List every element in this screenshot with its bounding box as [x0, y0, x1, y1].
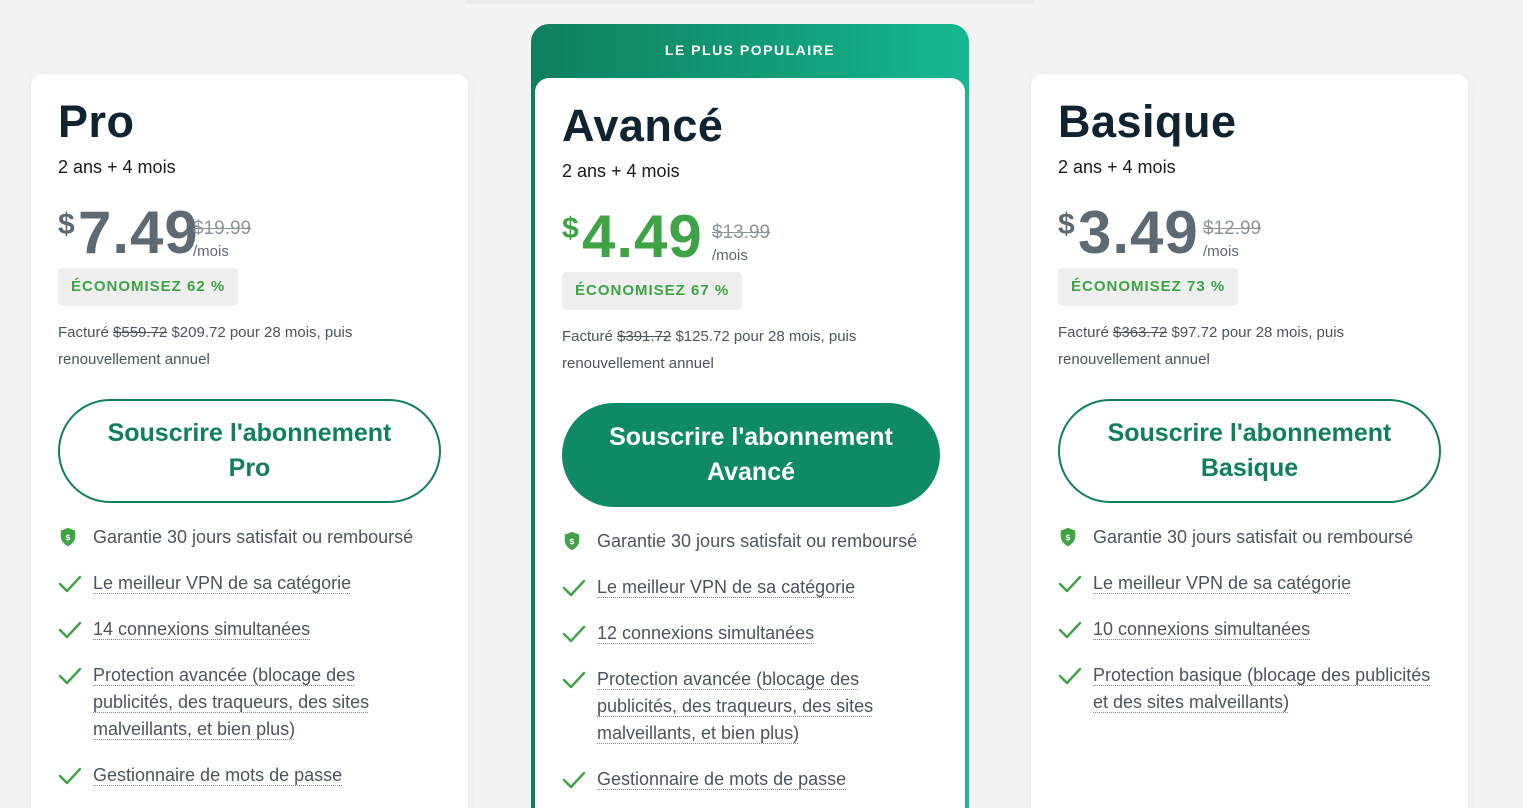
- per-month: /mois: [1203, 243, 1239, 260]
- billed-old-amount: $391.72: [617, 328, 672, 345]
- billed-old-amount: $363.72: [1113, 324, 1168, 341]
- feature-text[interactable]: Protection avancée (blocage des publicit…: [597, 669, 873, 743]
- old-price: $13.99: [712, 222, 771, 243]
- subscribe-pro-button[interactable]: Souscrire l'abonnement Pro: [58, 399, 441, 503]
- feature-item: Le meilleur VPN de sa catégorie: [1058, 570, 1438, 597]
- feature-text[interactable]: Protection basique (blocage des publicit…: [1093, 665, 1430, 712]
- feature-item: Protection avancée (blocage des publicit…: [58, 662, 438, 743]
- check-icon: [58, 620, 82, 640]
- guarantee-text: Garantie 30 jours satisfait ou remboursé: [93, 527, 414, 547]
- feature-list: $ Garantie 30 jours satisfait ou rembours…: [58, 524, 438, 808]
- top-strip: [465, 0, 1035, 4]
- billing-note: Facturé $363.72 $97.72 pour 28 mois, pui…: [1058, 319, 1418, 373]
- per-month: /mois: [193, 243, 229, 260]
- feature-item: Protection avancée (blocage des publicit…: [562, 666, 942, 747]
- feature-list: $ Garantie 30 jours satisfait ou rembours…: [1058, 524, 1438, 735]
- subscribe-basic-button[interactable]: Souscrire l'abonnement Basique: [1058, 399, 1441, 503]
- savings-badge: ÉCONOMISEZ 67 %: [562, 272, 743, 310]
- price-amount: 3.49: [1078, 199, 1199, 266]
- svg-text:$: $: [569, 536, 575, 546]
- plan-name: Avancé: [562, 100, 724, 151]
- feature-text[interactable]: 14 connexions simultanées: [93, 619, 310, 639]
- shield-dollar-icon: $: [562, 531, 584, 551]
- guarantee-item: $ Garantie 30 jours satisfait ou rembours…: [58, 524, 438, 551]
- check-icon: [562, 578, 586, 598]
- check-icon: [562, 770, 586, 790]
- feature-item: 14 connexions simultanées: [58, 616, 438, 643]
- feature-text[interactable]: Le meilleur VPN de sa catégorie: [597, 577, 855, 597]
- feature-text[interactable]: Gestionnaire de mots de passe: [597, 769, 846, 789]
- feature-item: Gestionnaire de mots de passe: [562, 766, 942, 793]
- feature-text[interactable]: Le meilleur VPN de sa catégorie: [1093, 573, 1351, 593]
- guarantee-text: Garantie 30 jours satisfait ou remboursé: [597, 531, 918, 551]
- feature-text[interactable]: Le meilleur VPN de sa catégorie: [93, 573, 351, 593]
- feature-text[interactable]: 10 connexions simultanées: [1093, 619, 1310, 639]
- guarantee-text: Garantie 30 jours satisfait ou remboursé: [1093, 527, 1414, 547]
- check-icon: [58, 666, 82, 686]
- shield-dollar-icon: $: [1058, 527, 1080, 547]
- check-icon: [562, 670, 586, 690]
- billed-old-amount: $559.72: [113, 324, 168, 341]
- feature-item: Le meilleur VPN de sa catégorie: [58, 570, 438, 597]
- price-amount: 4.49: [582, 203, 703, 270]
- guarantee-item: $ Garantie 30 jours satisfait ou rembours…: [562, 528, 942, 555]
- check-icon: [562, 624, 586, 644]
- check-icon: [1058, 620, 1082, 640]
- plan-name: Basique: [1058, 96, 1237, 147]
- feature-text[interactable]: Gestionnaire de mots de passe: [93, 765, 342, 785]
- price-amount: 7.49: [78, 199, 199, 266]
- plan-card-advanced: Avancé 2 ans + 4 mois $ 4.49 $13.99 /moi…: [535, 78, 965, 808]
- svg-text:$: $: [65, 532, 71, 542]
- plan-card-pro: Pro 2 ans + 4 mois $ 7.49 $19.99 /mois É…: [31, 74, 468, 808]
- plan-term: 2 ans + 4 mois: [58, 157, 176, 177]
- feature-list: $ Garantie 30 jours satisfait ou rembours…: [562, 528, 942, 808]
- billed-prefix: Facturé: [58, 324, 109, 341]
- feature-item: Protection basique (blocage des publicit…: [1058, 662, 1438, 716]
- billing-note: Facturé $559.72 $209.72 pour 28 mois, pu…: [58, 319, 418, 373]
- pricing-page: Pro 2 ans + 4 mois $ 7.49 $19.99 /mois É…: [0, 0, 1523, 808]
- guarantee-item: $ Garantie 30 jours satisfait ou rembours…: [1058, 524, 1438, 551]
- shield-dollar-icon: $: [58, 527, 80, 547]
- per-month: /mois: [712, 247, 748, 264]
- plan-term: 2 ans + 4 mois: [1058, 157, 1176, 177]
- feature-item: 12 connexions simultanées: [562, 620, 942, 647]
- plan-card-basic: Basique 2 ans + 4 mois $ 3.49 $12.99 /mo…: [1031, 74, 1468, 808]
- price-currency: $: [1058, 208, 1075, 241]
- feature-item: 10 connexions simultanées: [1058, 616, 1438, 643]
- billed-prefix: Facturé: [562, 328, 613, 345]
- check-icon: [58, 574, 82, 594]
- subscribe-advanced-button[interactable]: Souscrire l'abonnement Avancé: [562, 403, 940, 507]
- billed-prefix: Facturé: [1058, 324, 1109, 341]
- feature-text[interactable]: Protection avancée (blocage des publicit…: [93, 665, 369, 739]
- feature-item: Le meilleur VPN de sa catégorie: [562, 574, 942, 601]
- savings-badge: ÉCONOMISEZ 62 %: [58, 268, 239, 306]
- featured-plan-wrapper: LE PLUS POPULAIRE Avancé 2 ans + 4 mois …: [531, 24, 969, 808]
- most-popular-label: LE PLUS POPULAIRE: [664, 42, 836, 58]
- svg-text:$: $: [1065, 532, 1071, 542]
- old-price: $12.99: [1203, 218, 1262, 239]
- billing-note: Facturé $391.72 $125.72 pour 28 mois, pu…: [562, 323, 922, 377]
- savings-badge: ÉCONOMISEZ 73 %: [1058, 268, 1239, 306]
- price-currency: $: [58, 208, 75, 241]
- price-currency: $: [562, 212, 579, 245]
- check-icon: [1058, 574, 1082, 594]
- check-icon: [58, 766, 82, 786]
- check-icon: [1058, 666, 1082, 686]
- plan-term: 2 ans + 4 mois: [562, 161, 680, 181]
- feature-text[interactable]: 12 connexions simultanées: [597, 623, 814, 643]
- feature-item: Gestionnaire de mots de passe: [58, 762, 438, 789]
- old-price: $19.99: [193, 218, 252, 239]
- plan-name: Pro: [58, 96, 135, 147]
